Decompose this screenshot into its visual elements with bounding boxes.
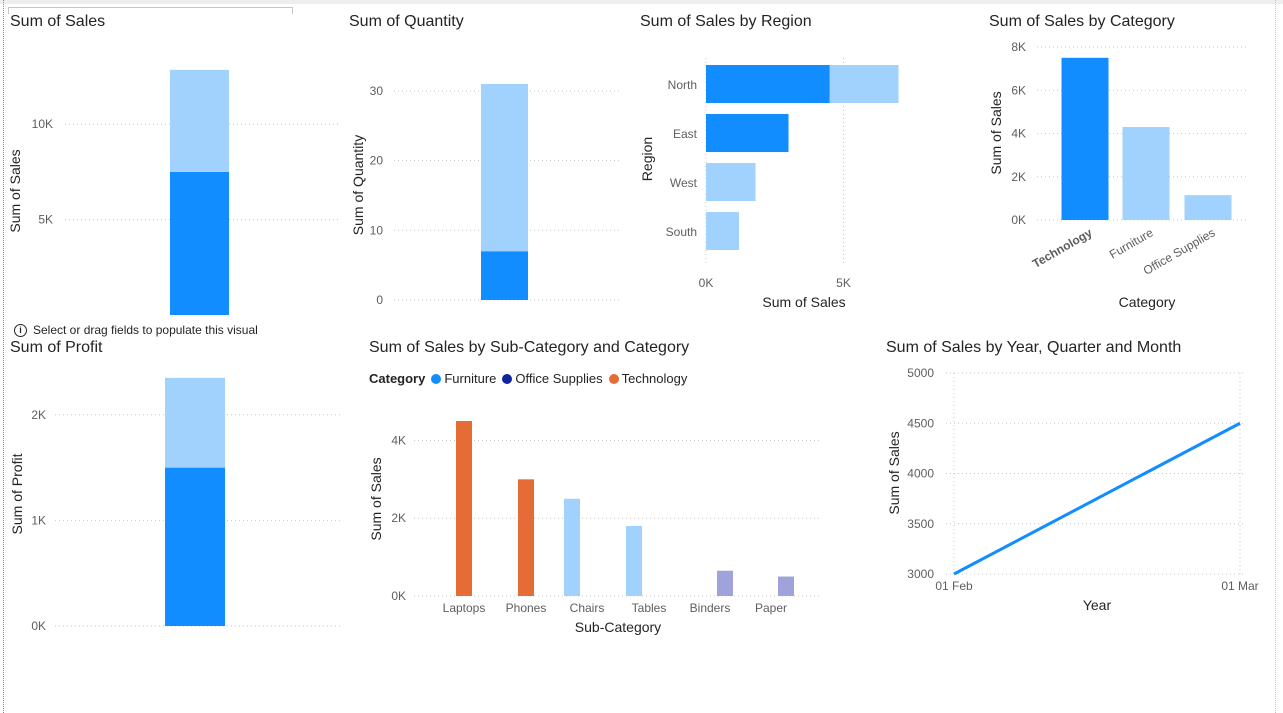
y-tick-label: 5000	[907, 366, 934, 380]
y-tick-label: 2K	[1011, 170, 1026, 184]
bar-segment	[165, 467, 225, 626]
y-tick-label: 4000	[907, 467, 934, 481]
category-chart[interactable]: 0K2K4K6K8KTechnology FurnitureOffice Supp…	[988, 13, 1269, 313]
y-tick-label: East	[673, 127, 698, 141]
x-tick-label: Furniture	[1107, 225, 1156, 261]
x-tick-label: 5K	[836, 276, 851, 290]
x-axis-title: Category	[1119, 294, 1176, 310]
y-axis-title: Sum of Sales	[368, 457, 384, 540]
y-tick-label: 10K	[32, 117, 53, 131]
bar-segment	[165, 377, 225, 468]
canvas-left-border	[3, 0, 5, 713]
y-tick-label: West	[670, 176, 698, 190]
empty-visual-hint: i Select or drag fields to populate this…	[14, 323, 258, 337]
sales-card-visual[interactable]: Sum of Sales 5K 10K Sum of Sales	[7, 13, 340, 325]
profit-visual[interactable]: Sum of Profit 0K 1K 2K Sum of Profit	[9, 339, 340, 639]
bar	[626, 526, 642, 596]
info-icon: i	[14, 323, 27, 337]
y-tick-label: 1K	[31, 513, 46, 527]
bar	[564, 498, 580, 596]
y-tick-label: 0K	[31, 619, 46, 633]
y-axis-title: Sum of Profit	[9, 453, 25, 534]
bar	[1061, 57, 1109, 220]
time-visual[interactable]: Sum of Sales by Year, Quarter and Month …	[886, 339, 1266, 619]
x-tick-label: Technology	[1030, 225, 1095, 271]
bar	[456, 421, 472, 596]
bar-segment	[829, 65, 899, 103]
bar	[1184, 195, 1232, 220]
x-tick-label: Binders	[690, 601, 731, 615]
bar	[717, 570, 733, 596]
y-axis-title: Sum of Sales	[7, 149, 23, 232]
bar-segment	[481, 251, 528, 300]
x-tick-label: 01 Feb	[935, 579, 973, 593]
y-tick-label: 2K	[391, 511, 406, 525]
x-tick-label: Paper	[755, 601, 787, 615]
y-axis-title: Sum of Sales	[886, 431, 902, 514]
category-visual[interactable]: Sum of Sales by Category 0K 2K 4K 6K 8K Techn…	[988, 13, 1269, 313]
bar-segment	[706, 212, 739, 250]
y-tick-label: 3000	[907, 567, 934, 581]
y-tick-label: 4K	[391, 433, 406, 447]
y-tick-label: 4500	[907, 416, 934, 430]
bar-segment	[170, 69, 229, 172]
x-tick-label: 0K	[699, 276, 714, 290]
bar-segment	[706, 114, 789, 152]
x-tick-label: Laptops	[443, 601, 486, 615]
y-tick-label: 10	[370, 223, 384, 237]
line-series	[953, 421, 1241, 576]
profit-chart[interactable]: 0K 1K 2K Sum of Profit	[9, 339, 340, 639]
x-tick-label: Chairs	[570, 601, 605, 615]
y-tick-label: 8K	[1011, 40, 1026, 54]
y-tick-label: 0K	[1011, 213, 1026, 227]
y-tick-label: North	[668, 78, 697, 92]
quantity-visual[interactable]: Sum of Quantity 0 10 20 30 Sum of Quantity	[349, 13, 624, 313]
x-tick-label: 01 Mar	[1221, 579, 1258, 593]
bar-segment	[481, 83, 528, 252]
y-axis-title: Sum of Sales	[988, 91, 1004, 174]
x-axis-title: Sub-Category	[575, 619, 661, 635]
sales-chart[interactable]: 5K 10K Sum of Sales	[7, 13, 340, 325]
y-axis-title: Region	[639, 137, 655, 181]
region-visual[interactable]: Sum of Sales by Region 0K 5K North East West…	[639, 13, 960, 313]
y-tick-label: 0K	[391, 589, 406, 603]
y-tick-label: 0	[376, 293, 383, 307]
x-axis-title: Year	[1083, 597, 1112, 613]
subcategory-visual[interactable]: Sum of Sales by Sub-Category and Categor…	[368, 339, 829, 639]
y-tick-label: 4K	[1011, 127, 1026, 141]
y-tick-label: 3500	[907, 517, 934, 531]
canvas-top-edge	[0, 0, 1283, 4]
y-axis-title: Sum of Quantity	[350, 135, 366, 235]
bar	[1122, 127, 1170, 220]
y-tick-label: 2K	[31, 408, 46, 422]
quantity-chart[interactable]: 0 10 20 30 Sum of Quantity	[349, 13, 624, 313]
bar-segment	[170, 171, 229, 315]
x-axis-title: Sum of Sales	[762, 294, 845, 310]
y-tick-label: 30	[370, 84, 384, 98]
x-tick-label: Tables	[632, 601, 667, 615]
subcategory-chart[interactable]: 0K 2K 4K Laptops Phones Chairs Tables Binders Pa…	[368, 339, 829, 639]
empty-visual-hint-text: Select or drag fields to populate this v…	[33, 323, 258, 337]
y-tick-label: 20	[370, 154, 384, 168]
region-chart[interactable]: 0K 5K North East West South Sum of Sales Region	[639, 13, 960, 313]
bar-segment	[706, 163, 756, 201]
bar	[518, 479, 534, 596]
canvas-right-border	[1275, 0, 1277, 713]
time-chart[interactable]: 3000350040004500500001 Feb 01 MarYearSum …	[886, 339, 1266, 619]
y-tick-label: South	[666, 225, 697, 239]
y-tick-label: 6K	[1011, 83, 1026, 97]
bar	[778, 576, 794, 596]
x-tick-label: Phones	[506, 601, 547, 615]
bar-segment	[706, 65, 830, 103]
y-tick-label: 5K	[38, 213, 53, 227]
